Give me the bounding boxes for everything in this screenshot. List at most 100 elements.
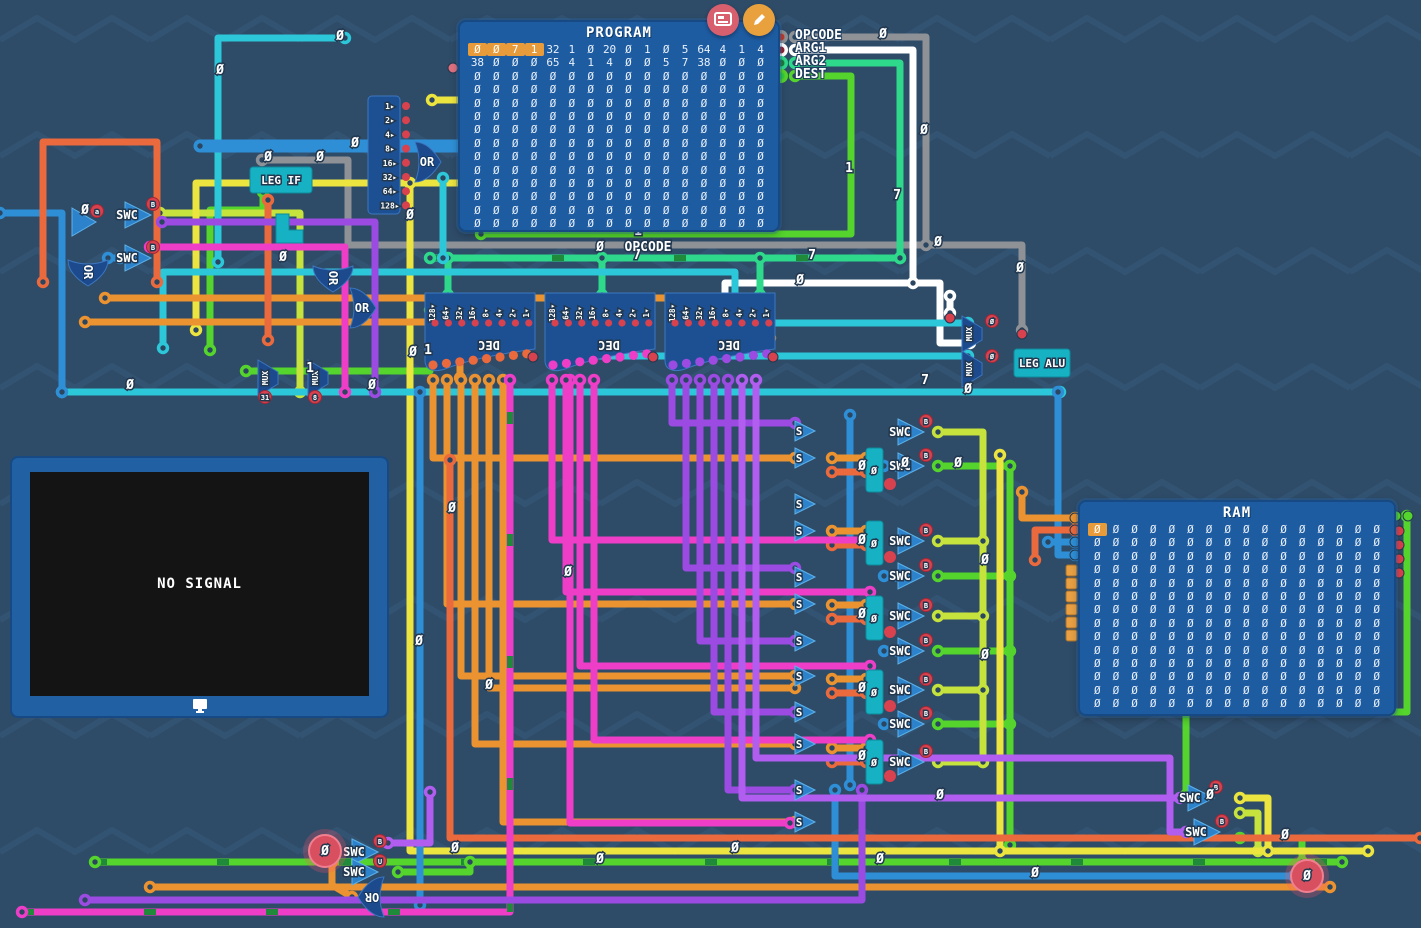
ram-cell: Ø xyxy=(1293,644,1312,657)
ram-address-pin[interactable] xyxy=(1066,604,1077,615)
splitter-pin[interactable] xyxy=(402,102,410,110)
swc-switch-label: SWC xyxy=(889,644,911,658)
ram-cell: Ø xyxy=(1312,657,1331,670)
or-gate-label: OR xyxy=(81,265,95,280)
decoder-output-pin[interactable] xyxy=(562,359,571,368)
decoder-input-pin[interactable] xyxy=(632,319,639,326)
pin[interactable] xyxy=(448,63,458,73)
decoder-input-pin[interactable] xyxy=(458,319,465,326)
decoder-input-pin[interactable] xyxy=(592,319,599,326)
splitter-pin[interactable] xyxy=(402,173,410,181)
decoder-input-pin[interactable] xyxy=(512,319,519,326)
ram-address-pin[interactable] xyxy=(1066,591,1077,602)
decoder-input-pin[interactable] xyxy=(712,319,719,326)
splitter-pin[interactable] xyxy=(402,116,410,124)
decoder-input-pin[interactable] xyxy=(752,319,759,326)
decoder-input-pin[interactable] xyxy=(445,319,452,326)
wire-node-hole xyxy=(599,255,604,260)
wire-node-hole xyxy=(197,143,202,148)
decoder-output-pin[interactable] xyxy=(442,359,451,368)
decoder-input-pin[interactable] xyxy=(645,319,652,326)
decoder-output-pin[interactable] xyxy=(682,359,691,368)
decoder-output-pin[interactable] xyxy=(695,357,704,366)
decoder-output-pin[interactable] xyxy=(455,357,464,366)
wire-node-hole xyxy=(725,377,730,382)
swc-switch-label: SWC xyxy=(889,717,911,731)
splitter-pin[interactable] xyxy=(402,159,410,167)
decoder-input-pin[interactable] xyxy=(738,319,745,326)
ram-cell: Ø xyxy=(1312,603,1331,616)
program-cell: Ø xyxy=(695,150,714,163)
pin[interactable] xyxy=(945,313,955,323)
decoder-input-pin[interactable] xyxy=(725,319,732,326)
wire-node-hole xyxy=(472,377,477,382)
splitter-pin[interactable] xyxy=(402,187,410,195)
decoder-output-pin[interactable] xyxy=(548,360,557,369)
swc-badge-label: U xyxy=(378,858,382,866)
decoder-input-pin[interactable] xyxy=(551,319,558,326)
wire-value-label: Ø xyxy=(795,273,804,288)
ram-address-pin[interactable] xyxy=(1066,617,1077,628)
ram-address-pin[interactable] xyxy=(1066,578,1077,589)
decoder-input-pin[interactable] xyxy=(698,319,705,326)
program-cell: Ø xyxy=(544,164,563,177)
splitter-pin[interactable] xyxy=(402,130,410,138)
decoder-input-pin[interactable] xyxy=(605,319,612,326)
monitor-screen[interactable]: NO SIGNAL xyxy=(10,456,389,718)
decoder-output-pin[interactable] xyxy=(509,351,518,360)
byte-splitter[interactable] xyxy=(368,96,400,214)
program-cell: 1 xyxy=(638,43,657,56)
ram-address-pin[interactable] xyxy=(1066,565,1077,576)
circuit-canvas[interactable]: LEG IFLEG ALU1▸2▸4▸8▸16▸32▸64▸128▸128▾64… xyxy=(0,0,1421,928)
view-button[interactable] xyxy=(707,4,739,36)
ram-cell: Ø xyxy=(1293,617,1312,630)
ram-memory[interactable]: RAM ØØØØØØØØØØØØØØØØØØØØØØØØØØØØØØØØØØØØ… xyxy=(1078,500,1396,716)
decoder-output-pin[interactable] xyxy=(469,356,478,365)
s-switch-label: S xyxy=(796,525,803,538)
decoder-input-pin[interactable] xyxy=(498,319,505,326)
decoder-input-pin[interactable] xyxy=(431,319,438,326)
ram-cell: Ø xyxy=(1088,670,1107,683)
pin[interactable] xyxy=(768,352,778,362)
decoder-output-pin[interactable] xyxy=(722,354,731,363)
ram-cell: Ø xyxy=(1181,697,1200,710)
pin[interactable] xyxy=(1017,329,1027,339)
decoder-input-pin[interactable] xyxy=(578,319,585,326)
decoder-input-pin[interactable] xyxy=(765,319,772,326)
decoder-input-pin[interactable] xyxy=(485,319,492,326)
ram-cell: Ø xyxy=(1330,523,1349,536)
program-cell: Ø xyxy=(562,123,581,136)
ram-cell: Ø xyxy=(1107,617,1126,630)
decoder-output-pin[interactable] xyxy=(615,352,624,361)
decoder-output-pin[interactable] xyxy=(709,356,718,365)
decoder-output-pin[interactable] xyxy=(495,352,504,361)
decoder-output-pin[interactable] xyxy=(749,351,758,360)
decoder-output-pin[interactable] xyxy=(589,356,598,365)
decoder-output-pin[interactable] xyxy=(602,354,611,363)
ram-address-pin[interactable] xyxy=(1066,630,1077,641)
decoder-output-pin[interactable] xyxy=(668,360,677,369)
wire-node-hole xyxy=(395,869,400,874)
decoder-input-pin[interactable] xyxy=(525,319,532,326)
decoder-output-pin[interactable] xyxy=(482,354,491,363)
program-memory[interactable]: PROGRAM ØØ71321Ø20Ø1Ø56441438ØØØ65414ØØ5… xyxy=(458,20,780,232)
edit-button[interactable] xyxy=(743,4,775,36)
program-cell: Ø xyxy=(732,217,751,230)
ram-cell: Ø xyxy=(1088,577,1107,590)
program-cell: Ø xyxy=(506,56,525,69)
decoder-output-pin[interactable] xyxy=(575,357,584,366)
decoder-input-pin[interactable] xyxy=(565,319,572,326)
splitter-pin[interactable] xyxy=(402,145,410,153)
ram-cell: Ø xyxy=(1125,603,1144,616)
decoder-input-pin[interactable] xyxy=(685,319,692,326)
decoder-output-pin[interactable] xyxy=(428,360,437,369)
decoder-input-pin[interactable] xyxy=(618,319,625,326)
decoder-input-pin[interactable] xyxy=(671,319,678,326)
decoder-input-pin[interactable] xyxy=(472,319,479,326)
decoder-output-pin[interactable] xyxy=(629,351,638,360)
pin[interactable] xyxy=(528,352,538,362)
pin[interactable] xyxy=(648,352,658,362)
decoder-output-pin[interactable] xyxy=(735,352,744,361)
program-cell: Ø xyxy=(657,43,676,56)
pin[interactable] xyxy=(1403,511,1413,521)
